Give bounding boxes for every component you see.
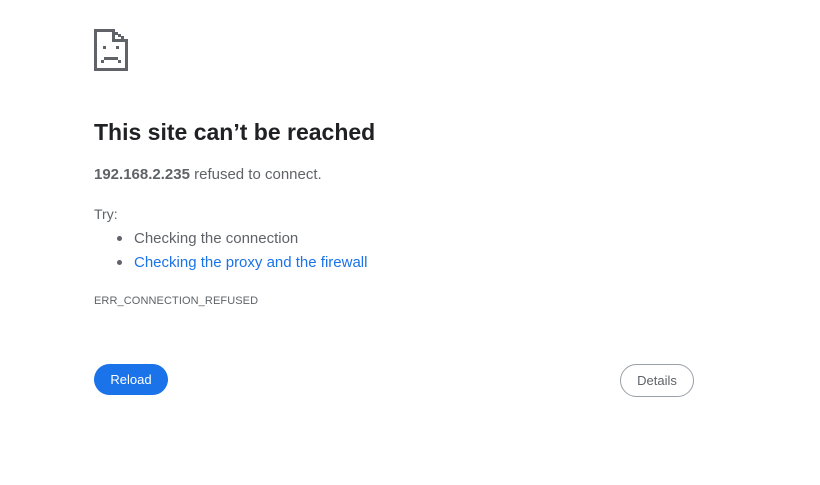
error-message: refused to connect.	[189, 166, 322, 183]
suggestions-list: Checking the connection Checking the pro…	[116, 229, 367, 277]
sad-page-icon	[93, 28, 129, 72]
suggestion-check-connection: Checking the connection	[134, 230, 299, 247]
bullet-icon	[117, 236, 122, 241]
details-button[interactable]: Details	[620, 364, 694, 397]
suggestion-check-proxy-link[interactable]: Checking the proxy and the firewall	[134, 254, 367, 271]
try-label: Try:	[94, 206, 118, 222]
error-page: This site can’t be reached 192.168.2.235…	[0, 0, 820, 485]
host-address: 192.168.2.235	[94, 166, 190, 183]
page-title: This site can’t be reached	[94, 119, 376, 145]
error-code: ERR_CONNECTION_REFUSED	[94, 295, 259, 307]
suggestion-item: Checking the proxy and the firewall	[116, 253, 367, 277]
suggestion-item: Checking the connection	[116, 229, 367, 253]
bullet-icon	[117, 260, 122, 265]
error-summary: 192.168.2.235 refused to connect.	[94, 166, 322, 183]
reload-button[interactable]: Reload	[94, 364, 168, 395]
